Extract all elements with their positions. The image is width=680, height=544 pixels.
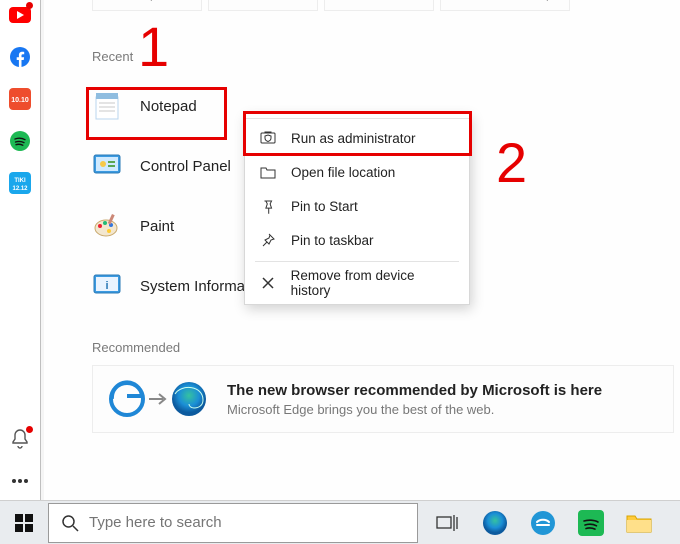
ctx-item-label: Pin to taskbar (291, 233, 374, 248)
notification-dot-icon (26, 2, 33, 9)
recommended-title: The new browser recommended by Microsoft… (227, 382, 602, 399)
tile-coc-coc[interactable]: Coc Coc (208, 0, 318, 11)
ctx-run-as-administrator[interactable]: Run as administrator (245, 121, 469, 155)
tile-photoshop[interactable]: Adobe Photoshop (440, 0, 570, 11)
close-icon (259, 274, 277, 292)
recent-item-label: Notepad (140, 98, 197, 115)
youtube-icon[interactable] (9, 4, 31, 26)
sysinfo-icon: i (92, 271, 122, 301)
ctx-item-label: Open file location (291, 165, 395, 180)
tiki-icon[interactable]: TIKI 12.12 (9, 172, 31, 194)
shopee-icon[interactable]: 10.10 (9, 88, 31, 110)
ctx-item-label: Pin to Start (291, 199, 358, 214)
app-taskbar-icon[interactable] (528, 508, 558, 538)
context-menu: Run as administrator Open file location … (244, 113, 470, 305)
spotify-taskbar-icon[interactable] (576, 508, 606, 538)
ctx-open-file-location[interactable]: Open file location (245, 155, 469, 189)
svg-text:TIKI: TIKI (14, 178, 26, 184)
divider (40, 0, 41, 500)
recommended-card-edge[interactable]: The new browser recommended by Microsoft… (92, 365, 674, 433)
recent-heading: Recent (92, 49, 680, 64)
ctx-pin-to-start[interactable]: Pin to Start (245, 189, 469, 223)
recent-item-label: Control Panel (140, 158, 231, 175)
tile-label: Adobe Photoshop (457, 0, 552, 1)
paint-icon (92, 211, 122, 241)
search-icon (61, 514, 79, 532)
pinned-tiles-row: File Explorer Coc Coc Photos Adobe Photo… (44, 0, 680, 11)
ctx-remove-from-history[interactable]: Remove from device history (245, 266, 469, 300)
tile-label: Photos (360, 0, 397, 1)
tile-label: File Explorer (113, 0, 180, 1)
recommended-text: The new browser recommended by Microsoft… (227, 382, 602, 417)
notepad-icon (92, 91, 122, 121)
context-menu-separator (245, 118, 469, 119)
recommended-heading: Recommended (92, 340, 680, 355)
svg-text:10.10: 10.10 (11, 97, 29, 104)
notifications-icon[interactable] (9, 428, 31, 450)
svg-text:12.12: 12.12 (12, 186, 28, 192)
notification-dot-icon (26, 426, 33, 433)
context-menu-separator (255, 261, 459, 262)
recent-item-label: Paint (140, 218, 174, 235)
tile-photos[interactable]: Photos (324, 0, 434, 11)
facebook-icon[interactable] (9, 46, 31, 68)
file-explorer-taskbar-icon[interactable] (624, 508, 654, 538)
edge-icons (109, 378, 209, 420)
ctx-item-label: Run as administrator (291, 131, 416, 146)
tile-file-explorer[interactable]: File Explorer (92, 0, 202, 11)
taskbar-search[interactable] (48, 503, 418, 543)
taskbar (0, 500, 680, 544)
control-panel-icon (92, 151, 122, 181)
more-icon[interactable] (9, 470, 31, 492)
spotify-icon[interactable] (9, 130, 31, 152)
svg-text:i: i (105, 280, 108, 292)
shield-icon (259, 129, 277, 147)
search-input[interactable] (89, 514, 405, 531)
desktop-side-icons: 10.10 TIKI 12.12 (0, 0, 40, 500)
start-button[interactable] (0, 501, 48, 544)
pin-taskbar-icon (259, 231, 277, 249)
folder-icon (259, 163, 277, 181)
recommended-subtitle: Microsoft Edge brings you the best of th… (227, 402, 602, 417)
taskbar-icons (432, 508, 654, 538)
tile-label: Coc Coc (240, 0, 286, 1)
task-view-icon[interactable] (432, 508, 462, 538)
ctx-pin-to-taskbar[interactable]: Pin to taskbar (245, 223, 469, 257)
pin-start-icon (259, 197, 277, 215)
ctx-item-label: Remove from device history (291, 268, 455, 298)
edge-taskbar-icon[interactable] (480, 508, 510, 538)
